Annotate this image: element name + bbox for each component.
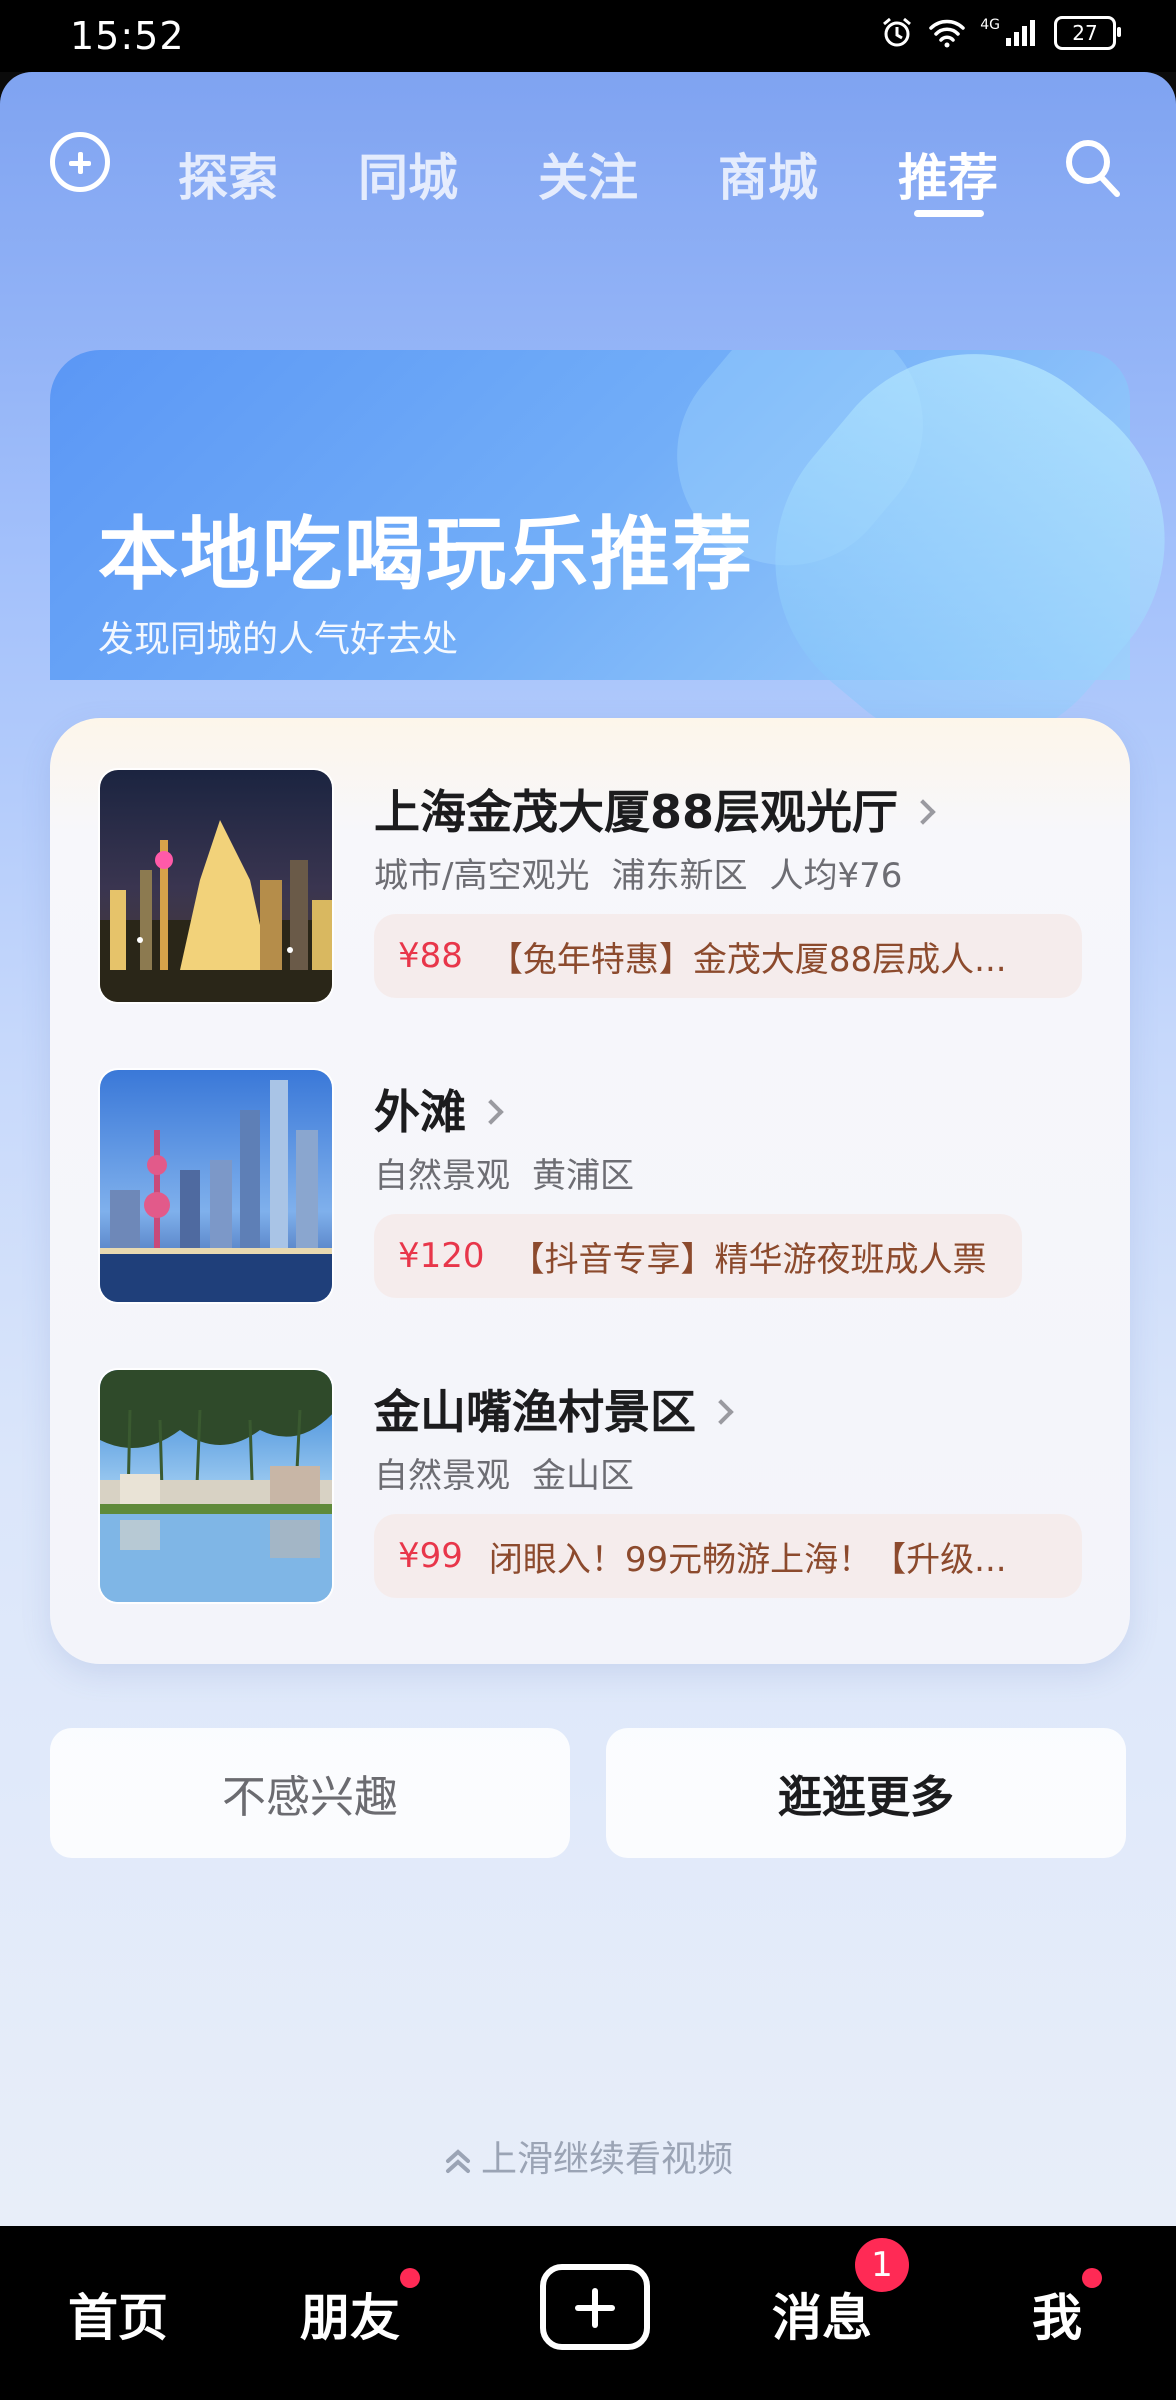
chevron-right-icon [478, 1098, 504, 1125]
status-icons: 4G 27 [880, 16, 1121, 50]
add-icon[interactable] [50, 132, 110, 192]
item-title[interactable]: 上海金茂大厦88层观光厅 [374, 776, 936, 842]
item-title[interactable]: 金山嘴渔村景区 [374, 1376, 734, 1442]
not-interested-button[interactable]: 不感兴趣 [50, 1728, 570, 1858]
battery-icon: 27 [1054, 16, 1121, 50]
nav-home[interactable]: 首页 [68, 2278, 168, 2350]
deal-button[interactable]: ¥88 【兔年特惠】金茂大厦88层成人... [374, 914, 1082, 998]
hero-title: 本地吃喝玩乐推荐 [98, 508, 754, 601]
chevron-right-icon [910, 798, 936, 825]
alarm-icon [883, 17, 912, 47]
item-title-text: 上海金茂大厦88层观光厅 [374, 785, 899, 839]
tab-mall[interactable]: 商城 [718, 138, 818, 210]
messages-badge: 1 [855, 2238, 909, 2292]
recommendation-card: 上海金茂大厦88层观光厅 城市/高空观光 浦东新区 人均¥76 ¥88 【兔年特惠】金… [50, 718, 1130, 1664]
signal-icon [1006, 20, 1035, 46]
friends-notification-dot [400, 2268, 420, 2288]
battery-level: 27 [1072, 21, 1098, 45]
deal-price: ¥99 [398, 1536, 463, 1576]
deal-text: 闭眼入！99元畅游上海！【升级... [488, 1539, 1007, 1580]
list-item[interactable]: 金山嘴渔村景区 自然景观 金山区 ¥99 闭眼入！99元畅游上海！【升级... [98, 1368, 1098, 1608]
deal-button[interactable]: ¥120 【抖音专享】精华游夜班成人票 [374, 1214, 1022, 1298]
item-category: 城市/高空观光 [374, 856, 590, 896]
deal-text: 【兔年特惠】金茂大厦88层成人... [488, 939, 1007, 980]
hero-subtitle: 发现同城的人气好去处 [98, 619, 459, 660]
swipe-up-hint[interactable]: 上滑继续看视频 [0, 2130, 1176, 2182]
explore-more-button[interactable]: 逛逛更多 [606, 1728, 1126, 1858]
me-notification-dot [1082, 2268, 1102, 2288]
item-category: 自然景观 [374, 1456, 510, 1496]
create-post-button[interactable] [540, 2264, 650, 2350]
list-item[interactable]: 上海金茂大厦88层观光厅 城市/高空观光 浦东新区 人均¥76 ¥88 【兔年特惠】金… [98, 768, 1098, 1008]
double-chevron-up-icon [445, 2149, 470, 2173]
item-title-text: 外滩 [374, 1085, 466, 1139]
swipe-up-hint-text: 上滑继续看视频 [480, 2139, 733, 2180]
status-bar: 15:52 4G 27 [0, 0, 1176, 72]
item-meta: 自然景观 黄浦区 [374, 1148, 656, 1197]
search-icon[interactable] [1062, 136, 1122, 200]
tab-following[interactable]: 关注 [538, 138, 638, 210]
nav-me[interactable]: 我 [1032, 2278, 1082, 2350]
thumbnail-image [98, 1368, 334, 1604]
item-meta: 自然景观 金山区 [374, 1448, 656, 1497]
active-tab-indicator [914, 210, 984, 217]
item-avg-price: 人均¥76 [769, 856, 903, 896]
tab-explore[interactable]: 探索 [178, 138, 278, 210]
item-category: 自然景观 [374, 1156, 510, 1196]
nav-friends[interactable]: 朋友 [300, 2278, 400, 2350]
item-district: 金山区 [532, 1456, 634, 1496]
status-time: 15:52 [70, 14, 185, 58]
list-item[interactable]: 外滩 自然景观 黄浦区 ¥120 【抖音专享】精华游夜班成人票 [98, 1068, 1098, 1308]
thumbnail-image [98, 1068, 334, 1304]
thumbnail-image [98, 768, 334, 1004]
item-district: 浦东新区 [611, 856, 748, 896]
deal-price: ¥88 [398, 936, 463, 976]
chevron-right-icon [708, 1398, 734, 1425]
deal-button[interactable]: ¥99 闭眼入！99元畅游上海！【升级... [374, 1514, 1082, 1598]
deal-text: 【抖音专享】精华游夜班成人票 [510, 1239, 987, 1280]
item-district: 黄浦区 [532, 1156, 634, 1196]
item-meta: 城市/高空观光 浦东新区 人均¥76 [374, 848, 924, 897]
network-type: 4G [980, 17, 1000, 33]
deal-price: ¥120 [398, 1236, 485, 1276]
top-nav: 探索 同城 关注 商城 推荐 [0, 100, 1176, 217]
bottom-nav: 首页 朋友 消息 1 我 [0, 2226, 1176, 2400]
tab-recommended[interactable]: 推荐 [898, 138, 998, 210]
item-title[interactable]: 外滩 [374, 1076, 504, 1142]
tab-local[interactable]: 同城 [358, 138, 458, 210]
nav-messages[interactable]: 消息 [772, 2278, 872, 2350]
item-title-text: 金山嘴渔村景区 [374, 1385, 696, 1439]
wifi-icon [929, 19, 965, 48]
